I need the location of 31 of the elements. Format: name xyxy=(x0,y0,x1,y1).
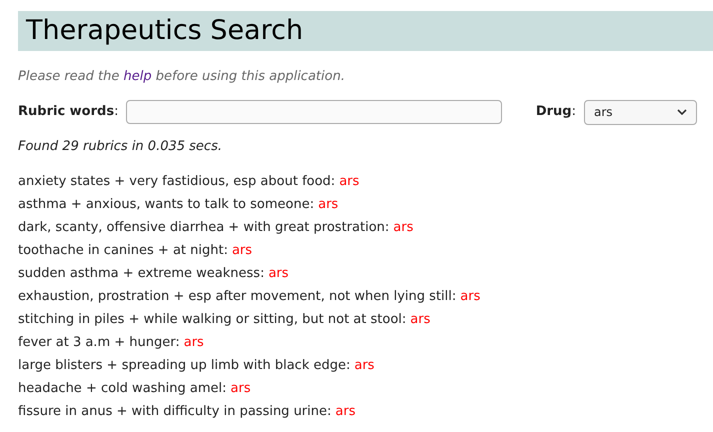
rubric-text: large blisters + spreading up limb with black edge: xyxy=(18,357,350,375)
help-notice: Please read the help before using this application. xyxy=(18,68,346,86)
drug-select[interactable]: ars xyxy=(584,100,697,124)
chevron-down-icon xyxy=(677,109,687,115)
rubric-text: fever at 3 a.m + hunger: xyxy=(18,334,180,352)
rubric-text: stitching in piles + while walking or sitting, but not at stool: xyxy=(18,311,406,329)
drug-link[interactable]: ars xyxy=(184,331,204,354)
drug-label: Drug: xyxy=(536,103,576,122)
result-summary: Found 29 rubrics in 0.035 secs. xyxy=(18,138,223,156)
drug-link[interactable]: ars xyxy=(335,400,356,423)
drug-link[interactable]: ars xyxy=(354,354,374,377)
drug-link[interactable]: ars xyxy=(339,170,360,193)
rubric-text: exhaustion, prostration + esp after movement, not when lying still: xyxy=(18,288,456,306)
rubric-words-field[interactable] xyxy=(126,100,502,124)
drug-link[interactable]: ars xyxy=(393,216,414,239)
rubric-text: toothache in canines + at night: xyxy=(18,242,228,260)
rubric-text: fissure in anus + with difficulty in passing urine: xyxy=(18,403,332,421)
rubric-text: sudden asthma + extreme weakness: xyxy=(18,265,264,283)
drug-link[interactable]: ars xyxy=(268,262,289,285)
rubric-text: asthma + anxious, wants to talk to someone: xyxy=(18,196,314,214)
rubric-words-label: Rubric words: xyxy=(18,103,118,122)
drug-link[interactable]: ars xyxy=(460,285,480,308)
drug-link[interactable]: ars xyxy=(410,308,430,331)
rubric-text: dark, scanty, offensive diarrhea + with great prostration: xyxy=(18,219,390,237)
drug-link[interactable]: ars xyxy=(232,239,252,262)
rubric-text: anxiety states + very fastidious, esp about food: xyxy=(18,173,336,191)
page-title: Therapeutics Search xyxy=(18,11,713,51)
drug-link[interactable]: ars xyxy=(230,377,251,400)
help-link[interactable]: help xyxy=(124,69,152,84)
drug-link[interactable]: ars xyxy=(318,193,338,216)
rubric-text: headache + cold washing amel: xyxy=(18,380,227,398)
